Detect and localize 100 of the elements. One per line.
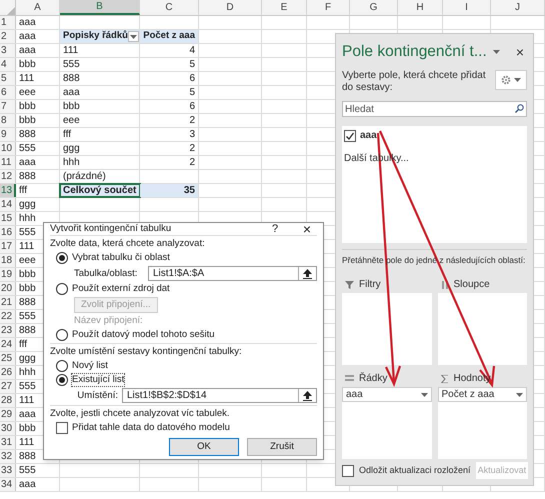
row-header[interactable]: 25 xyxy=(0,352,16,365)
columns-icon xyxy=(440,280,448,288)
row-header[interactable]: 20 xyxy=(0,282,16,295)
radio-button[interactable] xyxy=(56,329,68,341)
drop-area[interactable] xyxy=(438,293,527,365)
column-header[interactable]: D xyxy=(199,0,262,15)
checkbox-label: Přidat tahle data do datového modelu xyxy=(72,422,230,434)
drop-area[interactable]: aaa xyxy=(342,387,432,459)
column-header[interactable]: H xyxy=(398,0,443,15)
row-header[interactable]: 29 xyxy=(0,408,16,421)
row-header[interactable]: 27 xyxy=(0,380,16,393)
option-label: Nový list xyxy=(72,360,108,372)
option-label: Vybrat tabulku či oblast xyxy=(72,252,170,264)
table-cell-text: ggg xyxy=(19,198,36,212)
row-header[interactable]: 15 xyxy=(0,212,16,225)
table-cell-text: Celkový součet xyxy=(63,184,136,198)
area-label: Řádky xyxy=(359,371,388,386)
caret-icon xyxy=(130,34,137,38)
row-header[interactable]: 18 xyxy=(0,254,16,267)
area-label: Filtry xyxy=(359,278,381,292)
radio-button[interactable] xyxy=(56,283,68,295)
table-cell-text: 555 xyxy=(19,310,36,324)
section-label: Zvolte data, která chcete analyzovat: xyxy=(50,238,205,249)
table-cell-text: aaa xyxy=(19,16,36,30)
table-cell-text: hhh xyxy=(63,156,80,170)
checkbox[interactable] xyxy=(56,422,68,434)
filter-icon xyxy=(345,280,354,288)
table-cell-text: eee xyxy=(19,86,36,100)
table-cell-text: bbb xyxy=(19,114,36,128)
row-header[interactable]: 7 xyxy=(0,100,16,113)
settings-button[interactable] xyxy=(495,70,527,90)
ok-button[interactable]: OK xyxy=(169,438,239,456)
drop-area[interactable] xyxy=(342,293,432,365)
row-header[interactable]: 12 xyxy=(0,170,16,183)
table-cell-text: eee xyxy=(63,114,80,128)
drop-area[interactable]: Počet z aaa xyxy=(438,387,527,459)
rows-icon xyxy=(345,375,354,382)
table-cell-text: aaa xyxy=(19,408,36,422)
row-header[interactable]: 22 xyxy=(0,310,16,323)
table-cell-text: bbb xyxy=(19,268,36,282)
search-field[interactable]: Hledat xyxy=(342,101,527,117)
close-button[interactable]: × xyxy=(513,42,527,62)
table-cell-text: aaa xyxy=(19,156,36,170)
table-cell-text: ggg xyxy=(63,142,80,156)
row-header[interactable]: 21 xyxy=(0,296,16,309)
row-header[interactable]: 34 xyxy=(0,478,16,491)
row-header[interactable]: 4 xyxy=(0,58,16,71)
table-cell-text: 2 xyxy=(189,142,195,156)
filter-dropdown-button[interactable] xyxy=(128,31,139,42)
row-header[interactable]: 16 xyxy=(0,226,16,239)
location-field[interactable]: List1!$B$2:$D$14 xyxy=(122,388,317,403)
table-cell-text: fff xyxy=(63,128,71,142)
radio-button[interactable] xyxy=(56,374,68,386)
row-header[interactable]: 2 xyxy=(0,30,16,43)
row-header[interactable]: 23 xyxy=(0,324,16,337)
table-cell-text: 555 xyxy=(63,58,80,72)
table-cell-text: 111 xyxy=(19,436,34,450)
column-header[interactable]: E xyxy=(262,0,307,15)
table-cell-text: eee xyxy=(19,254,36,268)
upload-arrow-icon xyxy=(303,390,312,400)
row-header[interactable]: 24 xyxy=(0,338,16,351)
table-cell-text: 2 xyxy=(189,114,195,128)
field-name: aaa xyxy=(360,129,377,143)
row-header[interactable]: 31 xyxy=(0,436,16,449)
row-header[interactable]: 9 xyxy=(0,128,16,141)
row-header[interactable]: 10 xyxy=(0,142,16,155)
column-header[interactable]: J xyxy=(491,0,545,15)
row-header[interactable]: 26 xyxy=(0,366,16,379)
column-header[interactable]: F xyxy=(307,0,350,15)
row-header[interactable]: 14 xyxy=(0,198,16,211)
help-button[interactable]: ? xyxy=(265,223,285,235)
radio-button[interactable] xyxy=(56,252,68,264)
row-header[interactable]: 6 xyxy=(0,86,16,99)
row-header[interactable]: 17 xyxy=(0,240,16,253)
column-header[interactable]: C xyxy=(140,0,199,15)
column-header[interactable]: B xyxy=(60,0,140,15)
range-field[interactable]: List1!$A:$A xyxy=(148,266,317,281)
row-header[interactable]: 3 xyxy=(0,44,16,57)
checkbox[interactable] xyxy=(344,130,356,142)
row-header[interactable]: 28 xyxy=(0,394,16,407)
field-chip[interactable]: aaa xyxy=(342,387,432,402)
sigma-icon xyxy=(440,374,448,382)
row-header[interactable]: 32 xyxy=(0,450,16,463)
row-header[interactable]: 1 xyxy=(0,16,16,29)
row-header[interactable]: 33 xyxy=(0,464,16,477)
close-button[interactable]: × xyxy=(297,223,317,235)
table-cell-text: 5 xyxy=(189,86,195,100)
field-chip[interactable]: Počet z aaa xyxy=(438,387,527,402)
row-header[interactable]: 5 xyxy=(0,72,16,85)
table-cell-text: 3 xyxy=(189,128,195,142)
row-header[interactable]: 30 xyxy=(0,422,16,435)
row-header[interactable]: 8 xyxy=(0,114,16,127)
column-header[interactable]: G xyxy=(350,0,398,15)
column-header[interactable]: I xyxy=(443,0,491,15)
row-header[interactable]: 19 xyxy=(0,268,16,281)
checkbox[interactable] xyxy=(342,464,354,476)
row-header[interactable]: 13 xyxy=(0,184,16,197)
radio-button[interactable] xyxy=(56,360,68,372)
cancel-button[interactable]: Zrušit xyxy=(247,438,317,456)
row-header[interactable]: 11 xyxy=(0,156,16,169)
